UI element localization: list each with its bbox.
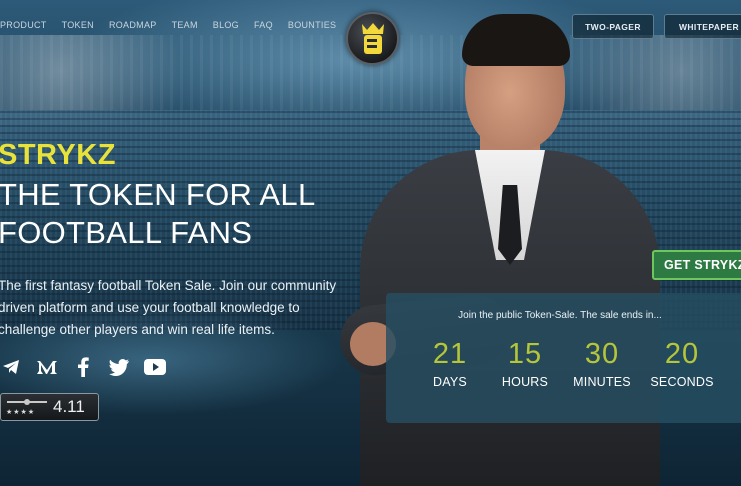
countdown-seconds-value: 20 — [664, 338, 700, 370]
social-links — [0, 356, 166, 378]
nav-item-faq[interactable]: FAQ — [254, 20, 273, 30]
icobench-rating-badge[interactable]: ★★★★ 4.11 — [0, 393, 99, 421]
medium-icon[interactable] — [36, 356, 58, 378]
twitter-icon[interactable] — [108, 356, 130, 378]
countdown-seconds: 20 SECONDS — [642, 337, 722, 389]
whitepaper-button[interactable]: WHITEPAPER — [664, 14, 741, 39]
hero-headline: THE TOKEN FOR ALL FOOTBALL FANS — [0, 177, 316, 250]
countdown-title: Join the public Token-Sale. The sale end… — [458, 310, 662, 321]
countdown-hours: 15 HOURS — [485, 337, 565, 389]
countdown-minutes: 30 MINUTES — [562, 337, 642, 389]
countdown-days: 21 DAYS — [410, 337, 490, 389]
crown-logo-icon[interactable] — [346, 12, 399, 65]
two-pager-button[interactable]: TWO-PAGER — [572, 14, 654, 39]
countdown-hours-value: 15 — [507, 338, 543, 370]
countdown-panel: Join the public Token-Sale. The sale end… — [386, 293, 741, 423]
nav-item-product[interactable]: PRODUCT — [0, 20, 47, 30]
facebook-icon[interactable] — [72, 356, 94, 378]
icobench-logo-icon: ★★★★ — [1, 394, 51, 420]
nav-item-token[interactable]: TOKEN — [62, 20, 94, 30]
main-nav: PRODUCT TOKEN ROADMAP TEAM BLOG FAQ BOUN… — [0, 20, 336, 30]
nav-item-blog[interactable]: BLOG — [213, 20, 239, 30]
countdown-hours-label: HOURS — [501, 375, 549, 389]
get-strykz-button[interactable]: GET STRYKZ — [652, 250, 741, 280]
brand-title: STRYKZ — [0, 139, 116, 171]
hero-description: The first fantasy football Token Sale. J… — [0, 278, 337, 337]
countdown-days-value: 21 — [432, 338, 468, 370]
nav-item-bounties[interactable]: BOUNTIES — [288, 20, 336, 30]
countdown-minutes-label: MINUTES — [573, 375, 631, 389]
telegram-icon[interactable] — [0, 356, 22, 378]
rating-stars: ★★★★ — [6, 409, 36, 416]
countdown-minutes-value: 30 — [584, 338, 620, 370]
rating-score: 4.11 — [53, 397, 85, 416]
nav-item-team[interactable]: TEAM — [172, 20, 198, 30]
youtube-icon[interactable] — [144, 356, 166, 378]
countdown-days-label: DAYS — [433, 375, 467, 389]
nav-item-roadmap[interactable]: ROADMAP — [109, 20, 157, 30]
countdown-seconds-label: SECONDS — [650, 375, 714, 389]
